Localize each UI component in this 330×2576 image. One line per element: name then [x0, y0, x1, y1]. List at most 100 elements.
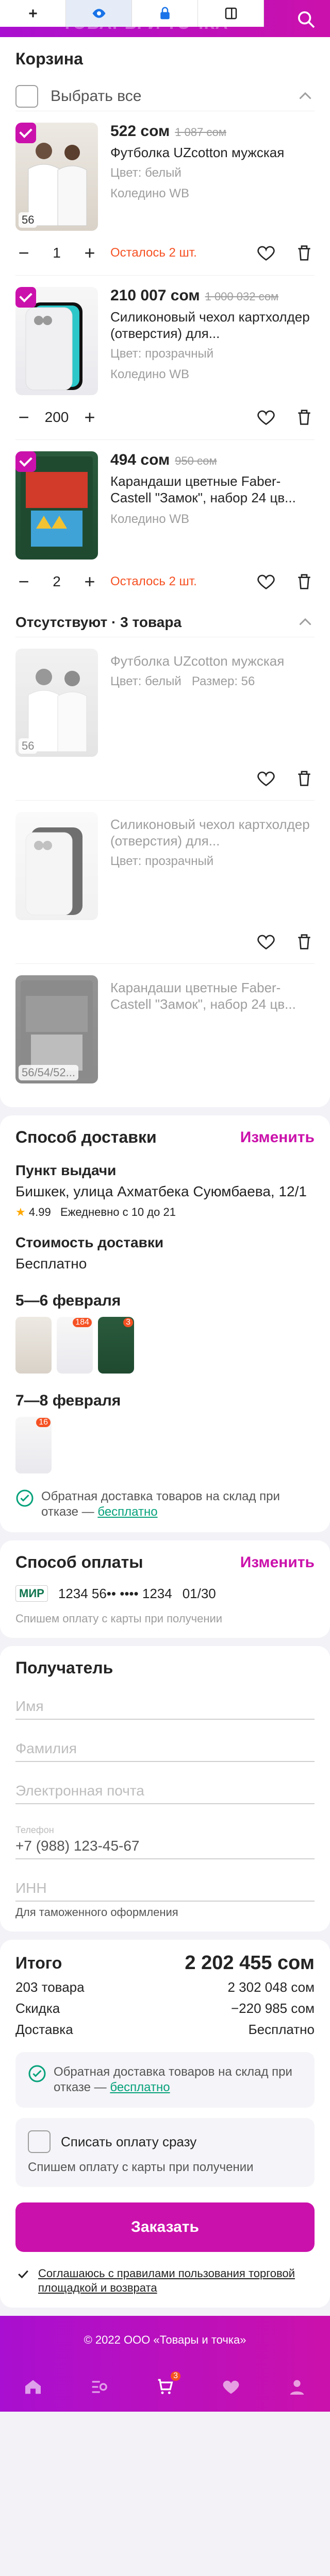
trash-icon[interactable] — [294, 768, 315, 789]
item-old-price: 1 000 032 сом — [205, 290, 279, 303]
item-title[interactable]: Карандаши цветные Faber-Castell "Замок",… — [110, 473, 315, 506]
item-title[interactable]: Футболка UZcotton мужская — [110, 144, 315, 161]
item-warehouse: Коледино WB — [110, 367, 189, 381]
inn-hint: Для таможенного оформления — [15, 1906, 178, 1919]
email-field[interactable]: Электронная почта — [15, 1783, 315, 1804]
item-title[interactable]: Футболка UZcotton мужская — [110, 653, 315, 669]
home-icon[interactable] — [23, 2377, 43, 2397]
item-old-price: 1 087 сом — [175, 126, 226, 139]
product-image[interactable]: 56/54/52... — [15, 975, 98, 1083]
lock-tab[interactable] — [132, 0, 198, 27]
add-tab-button[interactable] — [0, 0, 66, 27]
free-return-link[interactable]: бесплатно — [97, 1505, 157, 1519]
surname-field[interactable]: Фамилия — [15, 1740, 315, 1762]
decrease-button[interactable]: − — [15, 242, 32, 264]
pay-now-checkbox[interactable] — [28, 2130, 51, 2153]
mini-thumb: 16 — [15, 1417, 52, 1473]
select-all-row[interactable]: Выбрать все — [15, 82, 315, 111]
item-title[interactable]: Силиконовый чехол картхолдер (отверстия)… — [110, 309, 315, 342]
item-title[interactable]: Силиконовый чехол картхолдер (отверстия)… — [110, 816, 315, 849]
phone-field[interactable]: Телефон +7 (988) 123-45-67 — [15, 1825, 315, 1859]
item-color: Цвет: белый — [110, 166, 182, 180]
order-button[interactable]: Заказать — [15, 2202, 315, 2252]
change-payment-link[interactable]: Изменить — [240, 1554, 315, 1571]
sidepanel-tab[interactable] — [198, 0, 264, 27]
delivery-title: Способ доставки — [15, 1128, 157, 1146]
item-warehouse: Коледино WB — [110, 512, 189, 526]
select-all-checkbox[interactable] — [15, 85, 38, 108]
product-image[interactable] — [15, 287, 98, 395]
heart-icon[interactable] — [256, 243, 276, 263]
free-return-link[interactable]: бесплатно — [110, 2080, 170, 2094]
item-checkbox[interactable] — [15, 123, 36, 143]
cart-item: 210 007 сом 1 000 032 сом Силиконовый че… — [15, 275, 315, 439]
card-number: 1234 56•• •••• 1234 — [58, 1585, 172, 1601]
name-field[interactable]: Имя — [15, 1698, 315, 1720]
product-image[interactable]: 56 — [15, 649, 98, 757]
heart-icon[interactable] — [256, 407, 276, 428]
payment-title: Способ оплаты — [15, 1553, 143, 1571]
quantity-stepper: − 200 + — [15, 406, 98, 428]
trash-icon[interactable] — [294, 243, 315, 263]
item-color: Цвет: белый Размер: 56 — [110, 674, 255, 688]
quantity-stepper: − 1 + — [15, 242, 98, 264]
heart-icon[interactable] — [256, 768, 276, 789]
product-image[interactable] — [15, 812, 98, 920]
bottom-nav: 3 — [0, 2362, 330, 2412]
phone-case-image — [25, 827, 82, 916]
cart-title: Корзина — [15, 49, 83, 68]
total-amount: 2 202 455 сом — [185, 1952, 315, 1974]
chevron-up-icon[interactable] — [296, 613, 315, 632]
search-icon[interactable] — [296, 9, 317, 30]
increase-button[interactable]: + — [81, 242, 98, 264]
increase-button[interactable]: + — [81, 406, 98, 428]
absent-header[interactable]: Отсутствуют · 3 товара — [15, 608, 315, 637]
footer: © 2022 ООО «Товары и точка» — [0, 2316, 330, 2362]
item-checkbox[interactable] — [15, 287, 36, 308]
item-warehouse: Коледино WB — [110, 187, 189, 200]
item-checkbox[interactable] — [15, 451, 36, 472]
discount-row: Скидка −220 985 сом — [15, 2001, 315, 2016]
agreement-link[interactable]: Соглашаюсь с правилами пользования торго… — [38, 2266, 315, 2295]
recipient-title: Получатель — [15, 1658, 113, 1677]
stock-left: Осталось 2 шт. — [110, 246, 197, 260]
extension-tabs — [0, 0, 264, 27]
cart-count-badge: 3 — [171, 2371, 180, 2381]
chevron-up-icon[interactable] — [296, 87, 315, 106]
decrease-button[interactable]: − — [15, 571, 32, 592]
totals-section: Итого 2 202 455 сом 203 товара 2 302 048 … — [0, 1940, 330, 2308]
visibility-tab[interactable] — [66, 0, 132, 27]
count-badge: 3 — [123, 1318, 133, 1327]
heart-icon[interactable] — [221, 2377, 241, 2397]
heart-icon[interactable] — [256, 931, 276, 952]
phone-label: Телефон — [15, 1825, 54, 1835]
stock-left: Осталось 2 шт. — [110, 574, 197, 588]
star-icon: ★ — [15, 1206, 26, 1218]
product-image[interactable] — [15, 451, 98, 560]
cart-nav[interactable]: 3 — [155, 2371, 180, 2399]
phone-value: +7 (988) 123-45-67 — [15, 1838, 140, 1854]
item-color: Цвет: прозрачный — [110, 854, 214, 868]
check-icon — [18, 2270, 28, 2279]
decrease-button[interactable]: − — [15, 406, 32, 428]
pickup-rating: ★ 4.99 Ежедневно с 10 до 21 — [15, 1206, 176, 1218]
heart-icon[interactable] — [256, 571, 276, 592]
trash-icon[interactable] — [294, 931, 315, 952]
profile-icon[interactable] — [287, 2377, 307, 2397]
size-badge: 56 — [19, 212, 38, 228]
recipient-section: Получатель Имя Фамилия Электронная почта… — [0, 1646, 330, 1931]
trash-icon[interactable] — [294, 571, 315, 592]
increase-button[interactable]: + — [81, 571, 98, 592]
pay-now-label: Списать оплату сразу — [61, 2133, 197, 2149]
inn-field[interactable]: ИНН — [15, 1880, 315, 1902]
delivery-thumbs: 184 3 — [15, 1317, 315, 1374]
size-badge: 56/54/52... — [19, 1065, 78, 1080]
product-image[interactable]: 56 — [15, 123, 98, 231]
trash-icon[interactable] — [294, 407, 315, 428]
pickup-address: Бишкек, улица Ахматбека Суюмбаева, 12/1 — [15, 1183, 307, 1199]
delivery-cost-value: Бесплатно — [15, 1256, 87, 1272]
item-title[interactable]: Карандаши цветные Faber-Castell "Замок",… — [110, 979, 315, 1012]
change-delivery-link[interactable]: Изменить — [240, 1129, 315, 1146]
catalog-icon[interactable] — [89, 2377, 109, 2397]
item-price: 522 сом — [110, 123, 170, 140]
